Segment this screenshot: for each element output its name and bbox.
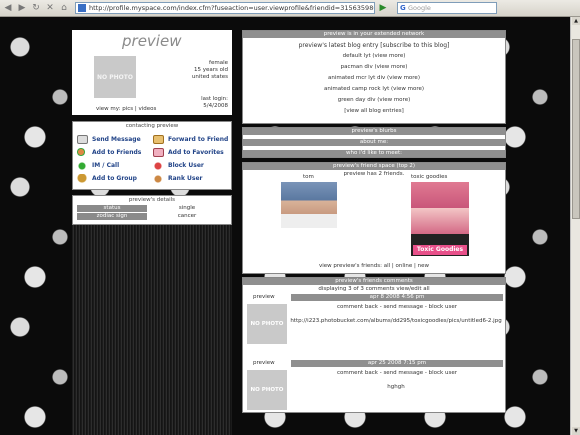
comment-actions[interactable]: comment back - send message - block user xyxy=(291,304,503,310)
add-favorites-label: Add to Favorites xyxy=(168,148,224,156)
send-message-button[interactable]: Send Message xyxy=(77,134,153,144)
rank-icon xyxy=(153,173,164,183)
friend-space-heading: preview's friend space (top 2) xyxy=(243,163,505,170)
profile-info: female 15 years old united states xyxy=(192,60,228,81)
add-friend-icon xyxy=(77,147,88,157)
browser-toolbar: ◀ ▶ ↻ ✕ ⌂ http://profile.myspace.com/ind… xyxy=(0,0,580,17)
blog-panel: preview is in your extended network prev… xyxy=(242,30,506,124)
contact-box: contacting preview Send Message Forward … xyxy=(72,121,232,190)
details-box: preview's details status single zodiac s… xyxy=(72,195,232,225)
blurbs-panel: preview's blurbs about me: who i'd like … xyxy=(242,127,506,158)
im-icon xyxy=(77,160,88,170)
add-friends-label: Add to Friends xyxy=(92,148,142,156)
block-user-button[interactable]: Block User xyxy=(153,160,229,170)
add-to-friends-button[interactable]: Add to Friends xyxy=(77,147,153,157)
blog-entry[interactable]: green day div (view more) xyxy=(243,95,505,106)
block-icon xyxy=(153,160,164,170)
vertical-scrollbar[interactable]: ▲ ▼ xyxy=(570,17,580,435)
search-placeholder: Google xyxy=(408,4,431,12)
add-to-favorites-button[interactable]: Add to Favorites xyxy=(153,147,229,157)
blog-entry[interactable]: animated mcr lyt div (view more) xyxy=(243,73,505,84)
profile-age: 15 years old xyxy=(193,67,228,73)
left-column: preview NO PHOTO female 15 years old uni… xyxy=(72,30,232,225)
comment-author-photo[interactable]: NO PHOTO xyxy=(247,370,287,410)
profile-location: united states xyxy=(191,74,228,80)
friend-photo-caption: Toxic Goodies xyxy=(413,245,467,255)
last-login-date: 5/4/2008 xyxy=(203,103,228,109)
scroll-down-icon[interactable]: ▼ xyxy=(572,427,580,435)
friend-space-panel: preview's friend space (top 2) preview h… xyxy=(242,162,506,274)
blog-entry[interactable]: default lyt (view more) xyxy=(243,51,505,62)
comment-body: http://i223.photobucket.com/albums/dd295… xyxy=(290,318,502,324)
favorite-icon xyxy=(153,147,164,157)
friend-name[interactable]: tom xyxy=(303,174,314,180)
blog-latest[interactable]: preview's latest blog entry [subscribe t… xyxy=(243,42,505,49)
comment-author[interactable]: preview xyxy=(253,294,275,300)
comment-author-photo[interactable]: NO PHOTO xyxy=(247,304,287,344)
view-my-links[interactable]: view my: pics | videos xyxy=(96,106,156,112)
search-input[interactable]: Google xyxy=(397,2,497,14)
details-row: zodiac sign cancer xyxy=(77,213,227,220)
forward-label: Forward to Friend xyxy=(168,135,229,143)
im-call-button[interactable]: IM / Call xyxy=(77,160,153,170)
home-icon[interactable]: ⌂ xyxy=(58,2,70,14)
stop-icon[interactable]: ✕ xyxy=(44,2,56,14)
add-group-label: Add to Group xyxy=(92,174,137,182)
last-login-label: last login: xyxy=(201,96,228,102)
url-input[interactable]: http://profile.myspace.com/index.cfm?fus… xyxy=(75,2,375,14)
favicon-icon xyxy=(78,4,86,12)
comment-body: hghgh xyxy=(387,384,405,390)
back-icon[interactable]: ◀ xyxy=(2,2,14,14)
blog-entry[interactable]: pacman div (view more) xyxy=(243,62,505,73)
add-to-group-button[interactable]: Add to Group xyxy=(77,173,153,183)
rank-user-label: Rank User xyxy=(168,174,203,182)
about-me-heading: about me: xyxy=(243,139,505,146)
comments-panel: preview's friends comments displaying 3 … xyxy=(242,277,506,413)
details-heading: preview's details xyxy=(73,196,231,204)
group-icon xyxy=(77,173,88,183)
right-column: preview is in your extended network prev… xyxy=(242,30,506,413)
url-text: http://profile.myspace.com/index.cfm?fus… xyxy=(89,4,374,12)
forward-icon[interactable]: ▶ xyxy=(16,2,28,14)
friend-name[interactable]: toxic goodies xyxy=(411,174,447,180)
view-all-blog-link[interactable]: [view all blog entries] xyxy=(243,106,505,117)
scroll-thumb[interactable] xyxy=(572,39,580,219)
blog-entry[interactable]: animated camp rock lyt (view more) xyxy=(243,84,505,95)
scroll-up-icon[interactable]: ▲ xyxy=(572,17,580,25)
network-heading: preview is in your extended network xyxy=(243,31,505,38)
friend-count: preview has 2 friends. xyxy=(343,171,405,177)
forward-to-friend-button[interactable]: Forward to Friend xyxy=(153,134,229,144)
comments-count[interactable]: displaying 3 of 3 comments view/edit all xyxy=(243,286,505,292)
details-value: single xyxy=(178,205,196,211)
send-message-label: Send Message xyxy=(92,135,141,143)
go-button[interactable]: ▶ xyxy=(377,2,389,14)
block-user-label: Block User xyxy=(168,161,204,169)
comment-date: apr 8 2008 4:56 pm xyxy=(291,294,503,301)
profile-gender: female xyxy=(209,60,228,66)
friend-photo[interactable] xyxy=(281,182,337,228)
rank-user-button[interactable]: Rank User xyxy=(153,173,229,183)
reload-icon[interactable]: ↻ xyxy=(30,2,42,14)
blurbs-heading: preview's blurbs xyxy=(243,128,505,135)
profile-photo[interactable]: NO PHOTO xyxy=(94,56,136,98)
noise-pattern xyxy=(72,216,232,435)
who-to-meet-heading: who i'd like to meet: xyxy=(243,150,505,157)
envelope-icon xyxy=(77,134,88,144)
details-key: zodiac sign xyxy=(77,213,147,220)
forward-icon xyxy=(153,134,164,144)
comments-heading: preview's friends comments xyxy=(243,278,505,285)
details-value: cancer xyxy=(177,213,197,219)
profile-header: preview NO PHOTO female 15 years old uni… xyxy=(72,30,232,115)
comment-author[interactable]: preview xyxy=(253,360,275,366)
comment-date: apr 25 2008 7:15 pm xyxy=(291,360,503,367)
view-friends-links[interactable]: view preview's friends: all | online | n… xyxy=(243,263,505,269)
details-row: status single xyxy=(77,205,227,212)
profile-name: preview xyxy=(122,32,182,50)
comment-actions[interactable]: comment back - send message - block user xyxy=(291,370,503,376)
contact-heading: contacting preview xyxy=(73,122,231,130)
im-call-label: IM / Call xyxy=(92,161,120,169)
details-key: status xyxy=(77,205,147,212)
last-login: last login: 5/4/2008 xyxy=(201,96,228,110)
